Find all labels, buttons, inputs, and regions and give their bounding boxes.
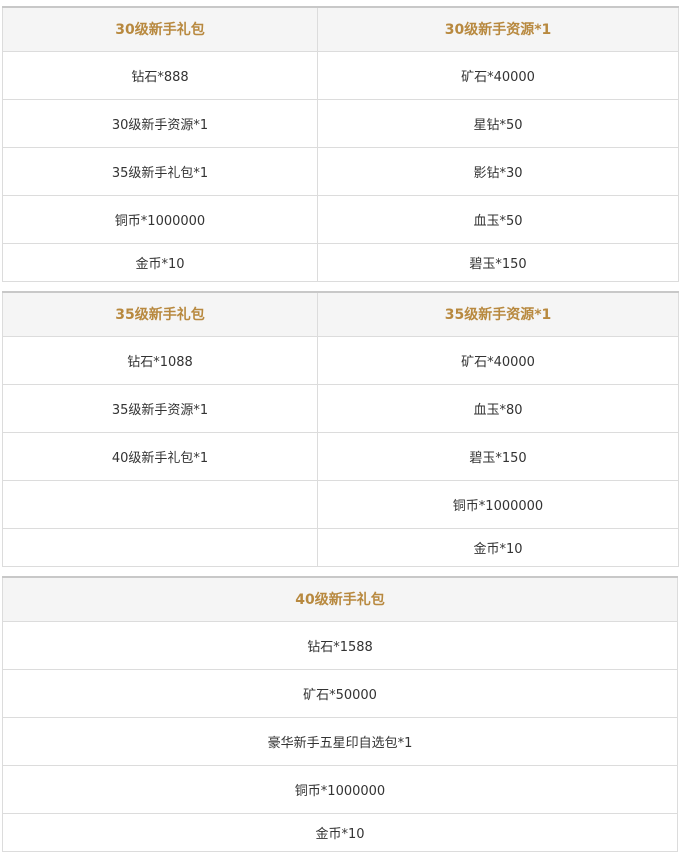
table-cell: 碧玉*150 <box>317 431 679 481</box>
table-cell: 碧玉*150 <box>317 242 679 282</box>
table-cell: 金币*10 <box>317 527 679 567</box>
table-cell: 矿石*40000 <box>317 335 679 385</box>
table-cell: 血玉*50 <box>317 194 679 244</box>
table-row: 30级新手资源*1 星钻*50 <box>2 98 679 148</box>
gift-table-40: 40级新手礼包 钻石*1588 矿石*50000 豪华新手五星印自选包*1 铜币… <box>2 576 678 852</box>
table-row: 豪华新手五星印自选包*1 <box>2 716 678 766</box>
table-cell: 钻石*1588 <box>2 620 678 670</box>
table-row: 35级新手礼包*1 影钻*30 <box>2 146 679 196</box>
table-cell: 30级新手资源*1 <box>2 98 318 148</box>
table-row: 金币*10 碧玉*150 <box>2 242 679 282</box>
table-row: 钻石*1088 矿石*40000 <box>2 335 679 385</box>
table-header-row: 40级新手礼包 <box>2 576 678 622</box>
table-row: 铜币*1000000 <box>2 479 679 529</box>
table-cell: 金币*10 <box>2 812 678 852</box>
table-row: 钻石*1588 <box>2 620 678 670</box>
gift-table-35: 35级新手礼包 35级新手资源*1 钻石*1088 矿石*40000 35级新手… <box>2 291 679 567</box>
table-cell: 金币*10 <box>2 242 318 282</box>
header-cell-gift: 30级新手礼包 <box>2 6 318 52</box>
table-cell: 矿石*50000 <box>2 668 678 718</box>
gift-table-30: 30级新手礼包 30级新手资源*1 钻石*888 矿石*40000 30级新手资… <box>2 6 679 282</box>
table-cell: 铜币*1000000 <box>2 194 318 244</box>
table-row: 矿石*50000 <box>2 668 678 718</box>
table-row: 金币*10 <box>2 527 679 567</box>
header-cell-gift: 40级新手礼包 <box>2 576 678 622</box>
header-cell-resource: 35级新手资源*1 <box>317 291 679 337</box>
table-cell <box>2 527 318 567</box>
table-cell: 矿石*40000 <box>317 50 679 100</box>
table-cell: 豪华新手五星印自选包*1 <box>2 716 678 766</box>
table-header-row: 30级新手礼包 30级新手资源*1 <box>2 6 679 52</box>
table-cell <box>2 479 318 529</box>
table-row: 铜币*1000000 <box>2 764 678 814</box>
table-row: 40级新手礼包*1 碧玉*150 <box>2 431 679 481</box>
table-cell: 钻石*1088 <box>2 335 318 385</box>
table-cell: 血玉*80 <box>317 383 679 433</box>
table-cell: 35级新手礼包*1 <box>2 146 318 196</box>
table-header-row: 35级新手礼包 35级新手资源*1 <box>2 291 679 337</box>
table-cell: 钻石*888 <box>2 50 318 100</box>
header-cell-resource: 30级新手资源*1 <box>317 6 679 52</box>
table-cell: 影钻*30 <box>317 146 679 196</box>
table-row: 铜币*1000000 血玉*50 <box>2 194 679 244</box>
table-row: 35级新手资源*1 血玉*80 <box>2 383 679 433</box>
table-cell: 35级新手资源*1 <box>2 383 318 433</box>
table-row: 金币*10 <box>2 812 678 852</box>
table-cell: 铜币*1000000 <box>2 764 678 814</box>
table-cell: 星钻*50 <box>317 98 679 148</box>
table-cell: 铜币*1000000 <box>317 479 679 529</box>
table-cell: 40级新手礼包*1 <box>2 431 318 481</box>
header-cell-gift: 35级新手礼包 <box>2 291 318 337</box>
table-row: 钻石*888 矿石*40000 <box>2 50 679 100</box>
